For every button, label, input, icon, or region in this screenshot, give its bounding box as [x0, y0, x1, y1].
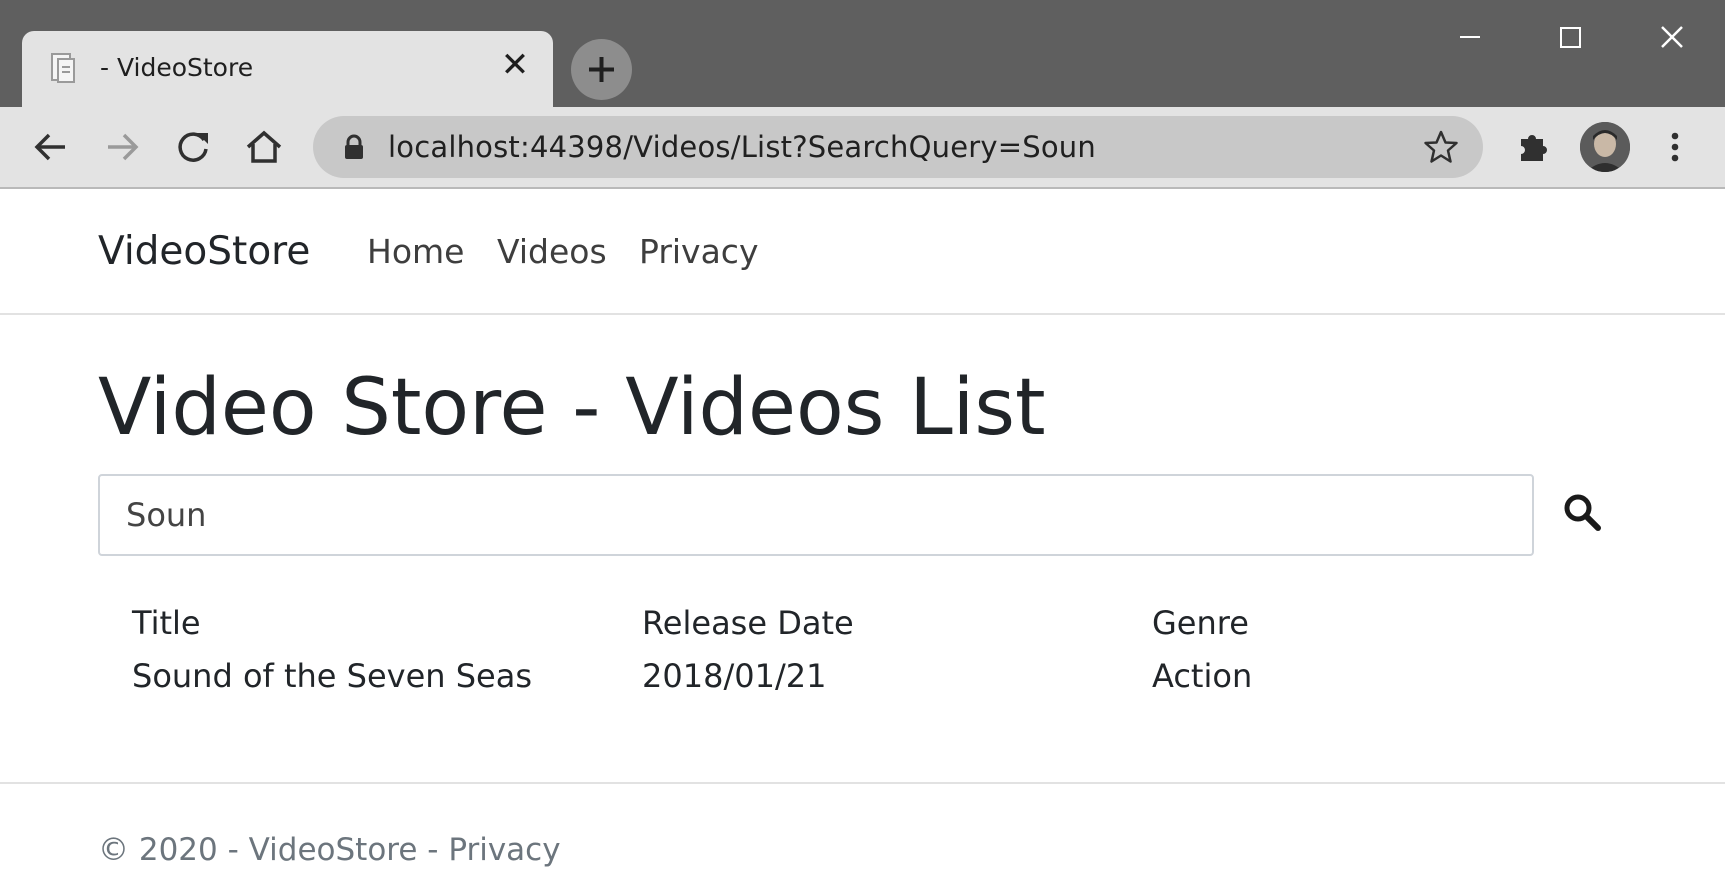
column-header-genre: Genre — [1152, 603, 1249, 642]
site-footer: © 2020 - VideoStore - Privacy — [0, 782, 1725, 878]
lock-icon[interactable] — [343, 134, 365, 160]
close-window-button[interactable] — [1636, 12, 1708, 62]
avatar-icon — [1580, 122, 1630, 172]
page-title: Video Store - Videos List — [98, 363, 1046, 453]
footer-text: © 2020 - VideoStore - Privacy — [98, 832, 561, 868]
minimize-button[interactable] — [1434, 12, 1506, 62]
column-header-release-date: Release Date — [642, 603, 854, 642]
site-navbar: VideoStore Home Videos Privacy — [0, 189, 1725, 315]
footer-copyright: © 2020 - VideoStore - — [98, 832, 449, 868]
browser-tabstrip: - VideoStore ✕ — [0, 0, 1725, 107]
url-text[interactable]: localhost:44398/Videos/List?SearchQuery=… — [388, 130, 1096, 164]
address-bar[interactable]: localhost:44398/Videos/List?SearchQuery=… — [313, 116, 1483, 178]
browser-tab[interactable]: - VideoStore ✕ — [22, 31, 553, 107]
new-tab-button[interactable] — [571, 39, 632, 100]
nav-link-privacy[interactable]: Privacy — [639, 232, 758, 271]
profile-avatar[interactable] — [1580, 122, 1630, 172]
cell-title: Sound of the Seven Seas — [132, 656, 532, 695]
cell-genre: Action — [1152, 656, 1253, 695]
forward-arrow-icon[interactable] — [100, 125, 144, 169]
maximize-icon — [1560, 27, 1581, 48]
search-input[interactable] — [98, 474, 1534, 556]
videos-table: Title Release Date Genre Sound of the Se… — [98, 596, 1648, 702]
search-icon[interactable] — [1560, 490, 1606, 536]
page-icon — [51, 53, 75, 83]
table-header-row: Title Release Date Genre — [98, 596, 1648, 649]
home-icon[interactable] — [242, 125, 286, 169]
footer-privacy-link[interactable]: Privacy — [448, 832, 560, 868]
close-icon — [1661, 26, 1683, 48]
extensions-puzzle-icon[interactable] — [1511, 125, 1555, 169]
nav-link-home[interactable]: Home — [367, 232, 464, 271]
column-header-title: Title — [132, 603, 201, 642]
more-menu-icon[interactable] — [1653, 125, 1697, 169]
close-tab-icon[interactable]: ✕ — [495, 45, 535, 85]
tab-title: - VideoStore — [100, 53, 254, 82]
reload-icon[interactable] — [171, 125, 215, 169]
nav-link-videos[interactable]: Videos — [497, 232, 607, 271]
minimize-icon — [1460, 36, 1480, 38]
browser-toolbar: localhost:44398/Videos/List?SearchQuery=… — [0, 107, 1725, 189]
cell-release-date: 2018/01/21 — [642, 656, 827, 695]
bookmark-star-icon[interactable] — [1423, 129, 1459, 165]
back-arrow-icon[interactable] — [29, 125, 73, 169]
plus-icon — [589, 57, 614, 82]
maximize-button[interactable] — [1535, 12, 1607, 62]
table-row: Sound of the Seven Seas 2018/01/21 Actio… — [98, 649, 1648, 702]
brand-link[interactable]: VideoStore — [98, 229, 310, 274]
